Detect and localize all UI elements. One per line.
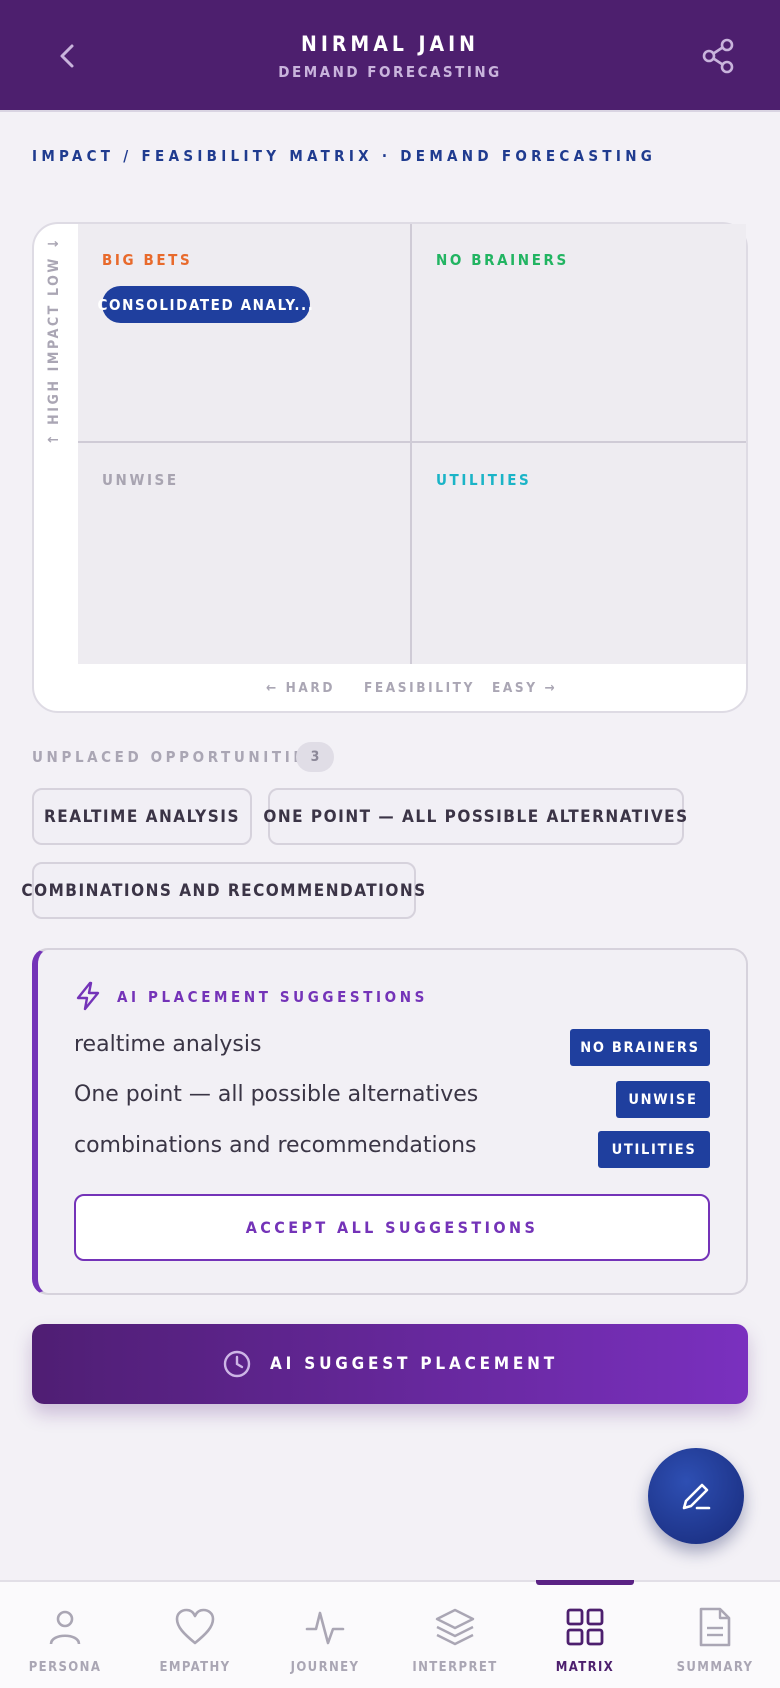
suggestion-tag: UTILITIES <box>598 1131 710 1168</box>
unplaced-count-badge: 3 <box>296 742 334 772</box>
document-icon <box>692 1604 738 1650</box>
nav-label: INTERPRET <box>412 1660 498 1675</box>
suggestion-tag: NO BRAINERS <box>570 1029 710 1066</box>
page-subtitle: DEMAND FORECASTING <box>278 63 502 81</box>
nav-item-persona[interactable]: PERSONA <box>0 1582 130 1688</box>
x-axis-label: FEASIBILITY <box>364 680 475 696</box>
pulse-icon <box>302 1604 348 1650</box>
suggestion-tag: UNWISE <box>616 1081 710 1118</box>
quadrant-utilities-label: UTILITIES <box>436 471 532 489</box>
share-icon <box>702 38 734 74</box>
layers-icon <box>432 1604 478 1650</box>
nav-active-indicator <box>536 1580 634 1585</box>
share-button[interactable] <box>696 34 740 78</box>
suggestion-text: One point — all possible alternatives <box>74 1082 479 1107</box>
section-title: IMPACT / FEASIBILITY MATRIX · DEMAND FOR… <box>32 147 657 165</box>
person-icon <box>42 1604 88 1650</box>
pencil-icon <box>682 1483 711 1510</box>
page-title: NIRMAL JAIN <box>301 32 479 56</box>
ai-suggest-placement-button[interactable]: AI SUGGEST PLACEMENT <box>32 1324 748 1404</box>
x-axis-easy-label: EASY → <box>492 680 558 696</box>
quadrant-unwise-label: UNWISE <box>102 471 179 489</box>
nav-item-journey[interactable]: JOURNEY <box>260 1582 390 1688</box>
nav-label: MATRIX <box>555 1660 615 1675</box>
heart-icon <box>172 1604 218 1650</box>
clock-icon <box>222 1349 252 1379</box>
quadrant-big-bets-label: BIG BETS <box>102 251 193 269</box>
matrix-divider-horizontal <box>78 441 746 443</box>
nav-label: EMPATHY <box>159 1660 231 1675</box>
grid-icon <box>562 1604 608 1650</box>
unplaced-opportunity-chip[interactable]: ONE POINT — ALL POSSIBLE ALTERNATIVES <box>263 788 687 845</box>
lightning-icon <box>76 981 100 1011</box>
y-axis-label: ↑ HIGH IMPACT LOW ↓ <box>46 235 62 445</box>
ai-suggest-placement-label: AI SUGGEST PLACEMENT <box>270 1354 558 1374</box>
nav-item-interpret[interactable]: INTERPRET <box>390 1582 520 1688</box>
accept-all-suggestions-button[interactable]: ACCEPT ALL SUGGESTIONS <box>74 1194 710 1261</box>
nav-item-empathy[interactable]: EMPATHY <box>130 1582 260 1688</box>
ai-suggestions-title: AI PLACEMENT SUGGESTIONS <box>117 988 428 1006</box>
quadrant-no-brainers-label: NO BRAINERS <box>436 251 569 269</box>
placed-opportunity-chip[interactable]: CONSOLIDATED ANALY... <box>98 286 313 323</box>
suggestion-text: realtime analysis <box>74 1032 262 1057</box>
matrix-divider-vertical <box>410 224 412 664</box>
nav-label: PERSONA <box>28 1660 102 1675</box>
unplaced-opportunities-label: UNPLACED OPPORTUNITIES <box>32 748 320 766</box>
nav-label: SUMMARY <box>676 1660 754 1675</box>
unplaced-opportunity-chip[interactable]: REALTIME ANALYSIS <box>32 788 252 845</box>
suggestion-text: combinations and recommendations <box>74 1133 477 1158</box>
nav-item-summary[interactable]: SUMMARY <box>650 1582 780 1688</box>
x-axis-hard-label: ← HARD <box>266 680 336 696</box>
app-header: NIRMAL JAIN DEMAND FORECASTING <box>0 0 780 112</box>
nav-label: JOURNEY <box>290 1660 360 1675</box>
nav-item-matrix[interactable]: MATRIX <box>520 1582 650 1688</box>
edit-fab-button[interactable] <box>648 1448 744 1544</box>
unplaced-opportunity-chip[interactable]: COMBINATIONS AND RECOMMENDATIONS <box>21 862 425 919</box>
bottom-navigation: PERSONA EMPATHY JOURNEY INTERPRET MATRIX… <box>0 1580 780 1688</box>
